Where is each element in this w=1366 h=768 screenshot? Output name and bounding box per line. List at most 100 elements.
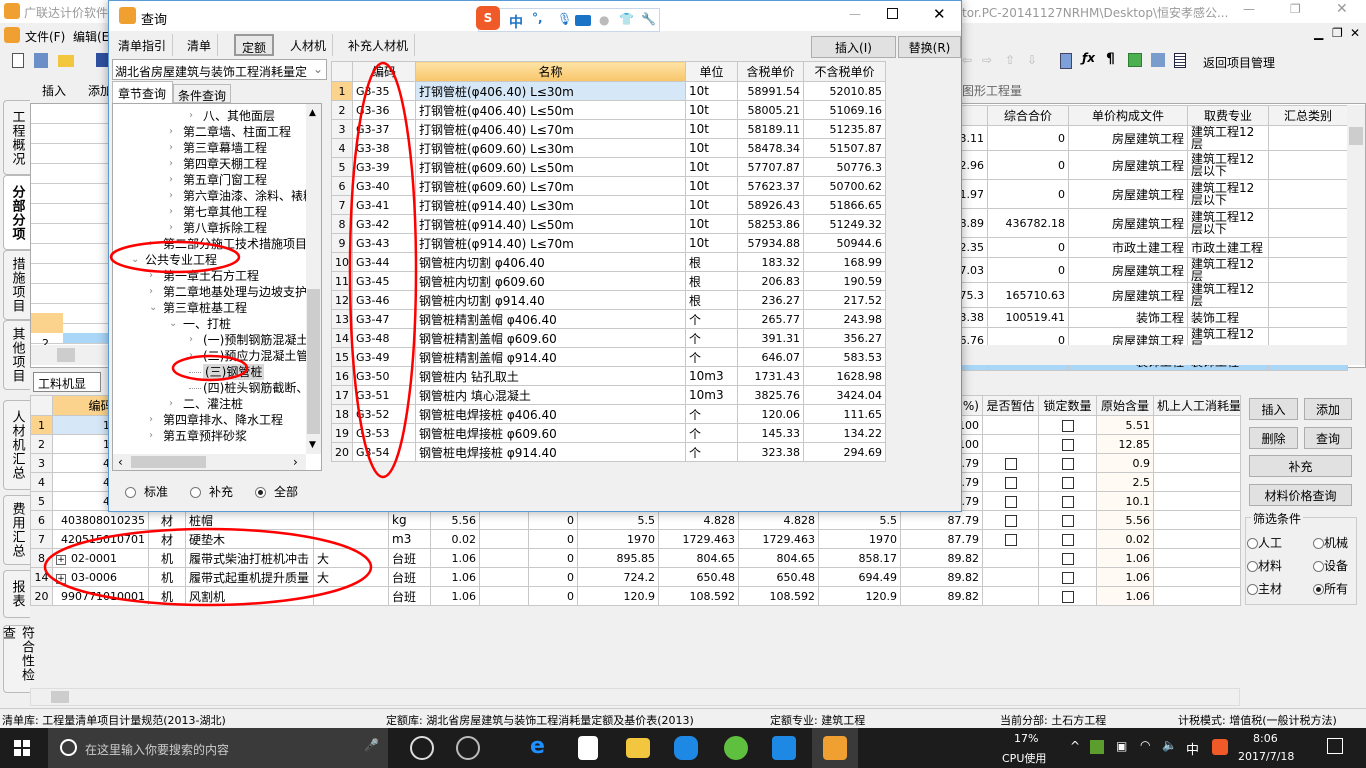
- vtab-2[interactable]: 措施项目: [3, 250, 30, 320]
- tree-node[interactable]: 第五章门窗工程: [183, 172, 267, 188]
- library-select[interactable]: 湖北省房屋建筑与装饰工程消耗量定 ⌄: [112, 59, 327, 80]
- file-explorer-icon[interactable]: [626, 738, 650, 758]
- tree-node[interactable]: 第七章其他工程: [183, 204, 267, 220]
- arrow-left-icon[interactable]: ⇦: [962, 53, 972, 67]
- lock-quantity-checkbox[interactable]: [1061, 571, 1074, 584]
- estimate-checkbox[interactable]: [1004, 495, 1017, 508]
- upper-row[interactable]: 2.35 0 市政土建工程 市政土建工程: [900, 237, 1348, 258]
- dialog-tab-0[interactable]: 清单指引: [112, 34, 174, 56]
- quota-row[interactable]: 12 G3-46 钢管桩内切割 φ914.40 根 236.27 217.52: [331, 290, 886, 310]
- tab-condition-query[interactable]: 条件查询: [173, 84, 231, 103]
- upper-vscrollbar[interactable]: [1347, 105, 1365, 345]
- lock-quantity-checkbox[interactable]: [1061, 438, 1074, 451]
- taskbar-search-box[interactable]: 在这里输入你要搜索的内容 🎤: [48, 728, 388, 768]
- lock-quantity-checkbox[interactable]: [1061, 419, 1074, 432]
- open-folder-icon[interactable]: [58, 55, 74, 67]
- dialog-maximize-icon[interactable]: [887, 8, 898, 19]
- lock-quantity-checkbox[interactable]: [1061, 552, 1074, 565]
- lock-quantity-checkbox[interactable]: [1061, 495, 1074, 508]
- quota-row[interactable]: 9 G3-43 打钢管桩(φ914.40) L≤70m 10t 57934.88 5094…: [331, 233, 886, 253]
- windows-start-icon[interactable]: [14, 740, 30, 756]
- quota-row[interactable]: 3 G3-37 打钢管桩(φ406.40) L≤70m 10t 58189.11 5123…: [331, 119, 886, 139]
- volume-icon[interactable]: 🔈: [1162, 738, 1177, 752]
- lower-row[interactable]: 8 +02-0001 机履带式柴油打桩机冲击大台班 1.06 0 895.85 804.65…: [30, 548, 1241, 568]
- microphone-icon[interactable]: 🎤: [364, 738, 379, 752]
- dialog-tab-4[interactable]: 补充人材机: [342, 34, 416, 56]
- wifi-icon[interactable]: ◠: [1140, 738, 1150, 752]
- chevron-right-icon[interactable]: ›: [149, 238, 153, 249]
- chevron-right-icon[interactable]: ›: [169, 142, 173, 153]
- library-radio-2[interactable]: 全部: [255, 483, 298, 500]
- notification-icon[interactable]: [1327, 738, 1343, 754]
- chevron-right-icon[interactable]: ›: [169, 174, 173, 185]
- filter-radio-0[interactable]: 人工: [1247, 534, 1282, 551]
- quota-row[interactable]: 17 G3-51 钢管桩内 填心混凝土 10m3 3825.76 3424.04: [331, 385, 886, 405]
- quota-row[interactable]: 11 G3-45 钢管桩内切割 φ609.60 根 206.83 190.59: [331, 271, 886, 291]
- arrow-down-icon[interactable]: ⇩: [1027, 53, 1037, 67]
- vtab-7[interactable]: 符合性检查: [0, 625, 34, 693]
- quota-row[interactable]: 15 G3-49 钢管桩精割盖帽 φ914.40 个 646.07 583.53: [331, 347, 886, 367]
- quota-row[interactable]: 10 G3-44 钢管桩内切割 φ406.40 根 183.32 168.99: [331, 252, 886, 272]
- chevron-down-icon[interactable]: ⌄: [131, 254, 139, 265]
- tree-node[interactable]: 二、灌注桩: [183, 396, 243, 412]
- estimate-checkbox[interactable]: [1004, 476, 1017, 489]
- tree-node[interactable]: 第四章天棚工程: [183, 156, 267, 172]
- filter-radio-3[interactable]: 设备: [1313, 557, 1348, 574]
- quota-row[interactable]: 19 G3-53 钢管桩电焊接桩 φ609.60 个 145.33 134.22: [331, 423, 886, 443]
- dialog-tab-1[interactable]: 清单: [181, 34, 219, 56]
- insert-dropdown[interactable]: 插入: [42, 82, 66, 99]
- library-radio-1[interactable]: 补充: [190, 483, 233, 500]
- lock-quantity-checkbox[interactable]: [1061, 590, 1074, 603]
- skin-shirt-icon[interactable]: 👕: [619, 12, 634, 26]
- chevron-right-icon[interactable]: ›: [169, 126, 173, 137]
- upper-row[interactable]: 75.3 165710.63 房屋建筑工程 建筑工程12层: [900, 282, 1348, 308]
- tree-vscrollbar[interactable]: ▲ ▼: [306, 104, 321, 454]
- upper-row[interactable]: 8.89 436782.18 房屋建筑工程 建筑工程12层以下: [900, 208, 1348, 238]
- filter-radio-5[interactable]: 所有: [1313, 580, 1348, 597]
- vtab-4[interactable]: 人材机汇总: [3, 400, 30, 490]
- quota-row[interactable]: 16 G3-50 钢管桩内 钻孔取土 10m3 1731.43 1628.98: [331, 366, 886, 386]
- quota-row[interactable]: 8 G3-42 打钢管桩(φ914.40) L≤50m 10t 58253.86 5124…: [331, 214, 886, 234]
- function-icon[interactable]: ƒx: [1082, 51, 1095, 65]
- quota-row[interactable]: 14 G3-48 钢管桩精割盖帽 φ609.60 个 391.31 356.27: [331, 328, 886, 348]
- dialog-tab-2[interactable]: 定额: [234, 34, 275, 56]
- scroll-left-icon[interactable]: ‹: [118, 455, 123, 469]
- tree-node[interactable]: (四)桩头钢筋截断、: [203, 380, 308, 396]
- delete-material-button[interactable]: 删除: [1249, 427, 1298, 449]
- task-view-icon[interactable]: [410, 736, 434, 760]
- material-price-query-button[interactable]: 材料价格查询: [1249, 484, 1352, 506]
- vtab-5[interactable]: 费用汇总: [3, 495, 30, 565]
- estimate-checkbox[interactable]: [1004, 533, 1017, 546]
- close-icon[interactable]: ✕: [1336, 1, 1348, 17]
- nvidia-icon[interactable]: [1090, 740, 1104, 754]
- tree-node[interactable]: 第五章预拌砂浆: [163, 428, 247, 444]
- upper-row[interactable]: 2.96 0 房屋建筑工程 建筑工程12层以下: [900, 150, 1348, 180]
- tree-node[interactable]: 第八章拆除工程: [183, 220, 267, 236]
- chevron-right-icon[interactable]: ›: [169, 190, 173, 201]
- chevron-right-icon[interactable]: ›: [149, 414, 153, 425]
- vtab-6[interactable]: 报表: [3, 570, 30, 618]
- chevron-down-icon[interactable]: ⌄: [169, 318, 177, 329]
- lock-quantity-checkbox[interactable]: [1061, 457, 1074, 470]
- minimize-icon[interactable]: —: [1243, 2, 1255, 16]
- upper-row[interactable]: 1.97 0 房屋建筑工程 建筑工程12层以下: [900, 179, 1348, 209]
- menu-file[interactable]: 文件(F): [25, 28, 65, 45]
- edge-browser-icon[interactable]: e: [530, 736, 554, 760]
- tree-hscrollbar[interactable]: ‹ ›: [113, 454, 306, 470]
- lower-row[interactable]: 6 403808010235 材桩帽 kg 5.56 0 5.5 4.828 4.828 5.5 8…: [30, 510, 1241, 530]
- upper-row[interactable]: 3.38 100519.41 装饰工程 装饰工程: [900, 307, 1348, 328]
- glodon-g-icon[interactable]: [674, 736, 698, 760]
- lower-row[interactable]: 7 420515010701 材硬垫木 m3 0.02 0 1970 1729.463 1729…: [30, 529, 1241, 549]
- tab-glj-display[interactable]: 工料机显示: [33, 372, 101, 408]
- library-radio-0[interactable]: 标准: [125, 483, 168, 500]
- chevron-right-icon[interactable]: ›: [169, 222, 173, 233]
- clock-date[interactable]: 2017/7/18: [1238, 750, 1294, 763]
- tray-expand-icon[interactable]: ^: [1070, 739, 1080, 753]
- tree-node[interactable]: 第三章桩基工程: [163, 300, 247, 316]
- quota-row[interactable]: 5 G3-39 打钢管桩(φ609.60) L≤50m 10t 57707.87 5077…: [331, 157, 886, 177]
- dialog-insert-button[interactable]: 插入(I): [811, 36, 896, 58]
- insert-material-button[interactable]: 插入: [1249, 398, 1298, 420]
- tree-node[interactable]: 一、打桩: [183, 316, 231, 332]
- lock-quantity-checkbox[interactable]: [1061, 476, 1074, 489]
- chevron-right-icon[interactable]: ›: [189, 350, 193, 361]
